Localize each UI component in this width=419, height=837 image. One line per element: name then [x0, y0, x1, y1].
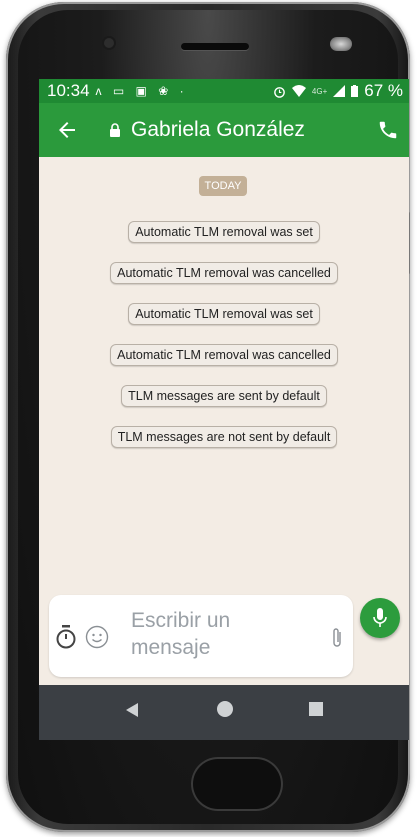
android-nav-bar [39, 685, 409, 740]
flash-sensor [330, 37, 352, 51]
alarm-icon [274, 86, 285, 98]
phone-screen: 10:34 ʌ ▭ ▣ ❀ · 4G+ 67 % Gabriela Gonzál… [39, 79, 409, 740]
chat-area: TODAY Automatic TLM removal was set Auto… [39, 157, 409, 597]
system-message: TLM messages are not sent by default [39, 426, 409, 448]
message-input[interactable]: Escribir un mensaje [131, 607, 311, 661]
phone-call-icon[interactable] [377, 119, 399, 141]
date-divider: TODAY [199, 176, 247, 196]
lock-icon [110, 123, 120, 137]
physical-home-button[interactable] [191, 757, 283, 811]
status-time: 10:34 [47, 81, 90, 100]
earpiece [181, 43, 249, 50]
contact-name[interactable]: Gabriela González [131, 118, 305, 142]
signal-icon [333, 85, 346, 97]
battery-percent: 67 % [364, 81, 403, 100]
notification-icons: ʌ ▭ ▣ ❀ · [95, 84, 188, 98]
microphone-icon [373, 608, 387, 627]
battery-icon [351, 85, 359, 97]
back-arrow-icon[interactable] [55, 118, 79, 142]
front-camera [104, 38, 114, 48]
system-message: Automatic TLM removal was cancelled [39, 344, 409, 366]
system-message: Automatic TLM removal was cancelled [39, 262, 409, 284]
system-message: Automatic TLM removal was set [39, 303, 409, 325]
system-message: Automatic TLM removal was set [39, 221, 409, 243]
attach-icon[interactable] [331, 627, 343, 649]
message-composer: Escribir un mensaje [49, 595, 353, 677]
wifi-icon [291, 85, 306, 97]
emoji-icon[interactable] [85, 625, 109, 649]
system-message: TLM messages are sent by default [39, 385, 409, 407]
status-right: 4G+ 67 % [273, 81, 403, 101]
nav-recents-icon[interactable] [309, 702, 323, 716]
status-bar: 10:34 ʌ ▭ ▣ ❀ · 4G+ 67 % [39, 79, 409, 103]
timer-icon[interactable] [55, 625, 77, 649]
mic-button[interactable] [360, 598, 400, 638]
nav-back-icon[interactable] [125, 702, 139, 718]
nav-home-icon[interactable] [215, 699, 235, 719]
network-type: 4G+ [311, 86, 328, 96]
app-bar: Gabriela González [39, 103, 409, 157]
